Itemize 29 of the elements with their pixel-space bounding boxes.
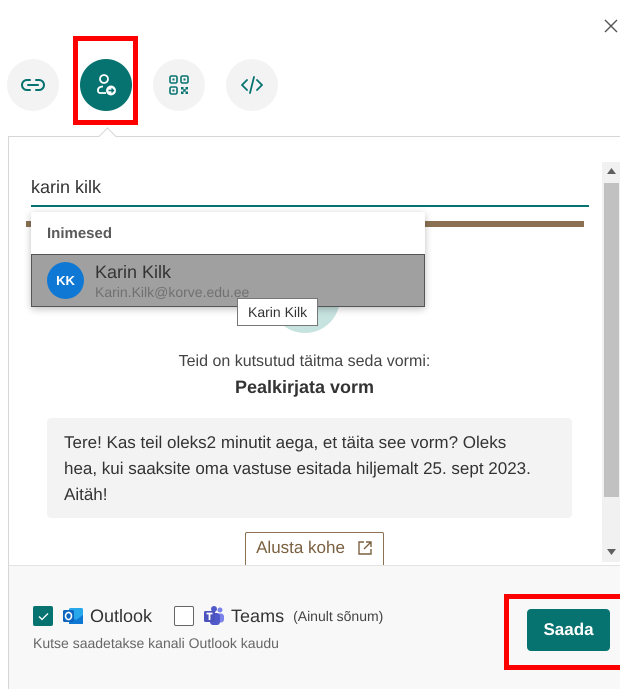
channel-checkbox[interactable] — [174, 606, 194, 626]
outlook-icon — [62, 605, 84, 627]
teams-icon — [203, 605, 226, 627]
link-icon — [21, 78, 45, 92]
invitation-message: Tere! Kas teil oleks2 minutit aega, et täita see vorm? Oleks hea, kui saaksite oma vastuse esitada hiljemalt 25. sept 2023. Aitäh! — [47, 418, 572, 518]
start-button[interactable]: Alusta kohe — [245, 532, 384, 565]
dropdown-heading: Inimesed — [47, 225, 112, 244]
form-title: Pealkirjata vorm — [234, 377, 374, 398]
channel-hint: Kutse saadetakse kanali Outlook kaudu — [33, 635, 280, 651]
channel-checkbox[interactable] — [33, 606, 53, 626]
code-icon — [240, 75, 264, 95]
person-arrow-icon — [94, 73, 118, 97]
channel-label: Outlook — [90, 606, 152, 626]
person-name: Karin Kilk — [95, 260, 172, 282]
scroll-down-icon[interactable] — [607, 549, 616, 555]
avatar-initials: KK — [47, 262, 84, 299]
invitation-text: Teid on kutsutud täitma seda vormi: — [178, 353, 430, 371]
qr-code-icon — [169, 75, 189, 95]
channel-label: Teams — [231, 606, 284, 626]
close-icon[interactable] — [604, 19, 618, 33]
scrollbar[interactable] — [602, 162, 620, 562]
invite-tab[interactable] — [80, 59, 132, 111]
checkmark-icon — [38, 612, 48, 620]
send-button[interactable]: Saada — [527, 608, 610, 650]
scroll-up-icon[interactable] — [607, 168, 616, 174]
channel-note: (Ainult sõnum) — [293, 608, 384, 624]
search-field[interactable]: karin kilk — [31, 170, 589, 207]
external-link-icon — [356, 540, 373, 556]
tooltip: Karin Kilk — [237, 298, 318, 326]
